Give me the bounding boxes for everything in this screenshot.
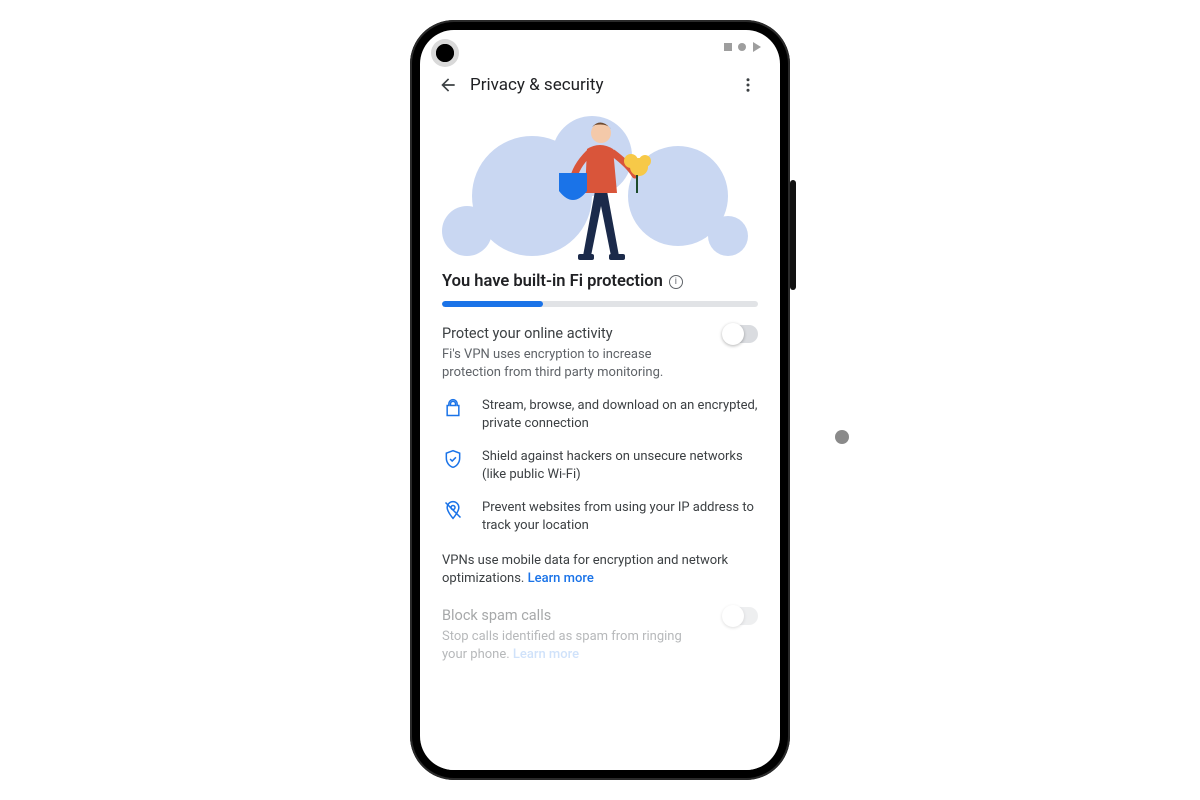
info-icon[interactable]: i [669, 275, 683, 289]
status-indicator-2 [738, 43, 746, 51]
protection-progress-fill [442, 301, 543, 307]
more-vert-icon [739, 76, 757, 94]
feature-row: Shield against hackers on unsecure netwo… [442, 448, 758, 483]
decorative-dot [835, 430, 849, 444]
vpn-section-desc: Fi's VPN uses encryption to increase pro… [442, 346, 692, 381]
bottom-fade [420, 730, 780, 770]
page-title: Privacy & security [470, 75, 732, 95]
phone-frame: Privacy & security [410, 20, 790, 780]
spam-section-desc: Stop calls identified as spam from ringi… [442, 628, 692, 663]
overflow-menu-button[interactable] [732, 69, 764, 101]
location-off-icon [442, 499, 464, 521]
protection-headline: You have built-in Fi protection [442, 272, 663, 291]
feature-text: Stream, browse, and download on an encry… [482, 397, 758, 432]
status-indicator-3 [753, 42, 761, 52]
person-shield-illustration [545, 111, 655, 261]
status-bar [420, 30, 780, 64]
arrow-left-icon [438, 75, 458, 95]
spam-toggle[interactable] [724, 607, 758, 625]
status-indicator-1 [724, 43, 732, 51]
spam-section-title: Block spam calls [442, 607, 692, 624]
spam-learn-more-link[interactable]: Learn more [513, 647, 579, 662]
vpn-section-title: Protect your online activity [442, 325, 692, 342]
feature-row: Stream, browse, and download on an encry… [442, 397, 758, 432]
shield-check-icon [442, 448, 464, 470]
feature-text: Prevent websites from using your IP addr… [482, 499, 758, 534]
feature-row: Prevent websites from using your IP addr… [442, 499, 758, 534]
lock-icon [442, 397, 464, 419]
phone-screen: Privacy & security [420, 30, 780, 770]
learn-more-link[interactable]: Learn more [528, 571, 594, 586]
protection-progress [442, 301, 758, 307]
hero-illustration [442, 106, 758, 266]
camera-hole [436, 44, 454, 62]
vpn-footnote: VPNs use mobile data for encryption and … [442, 552, 758, 587]
vpn-toggle[interactable] [724, 325, 758, 343]
back-button[interactable] [432, 69, 464, 101]
content-area: You have built-in Fi protection i Protec… [420, 106, 780, 770]
app-header: Privacy & security [420, 64, 780, 106]
feature-text: Shield against hackers on unsecure netwo… [482, 448, 758, 483]
